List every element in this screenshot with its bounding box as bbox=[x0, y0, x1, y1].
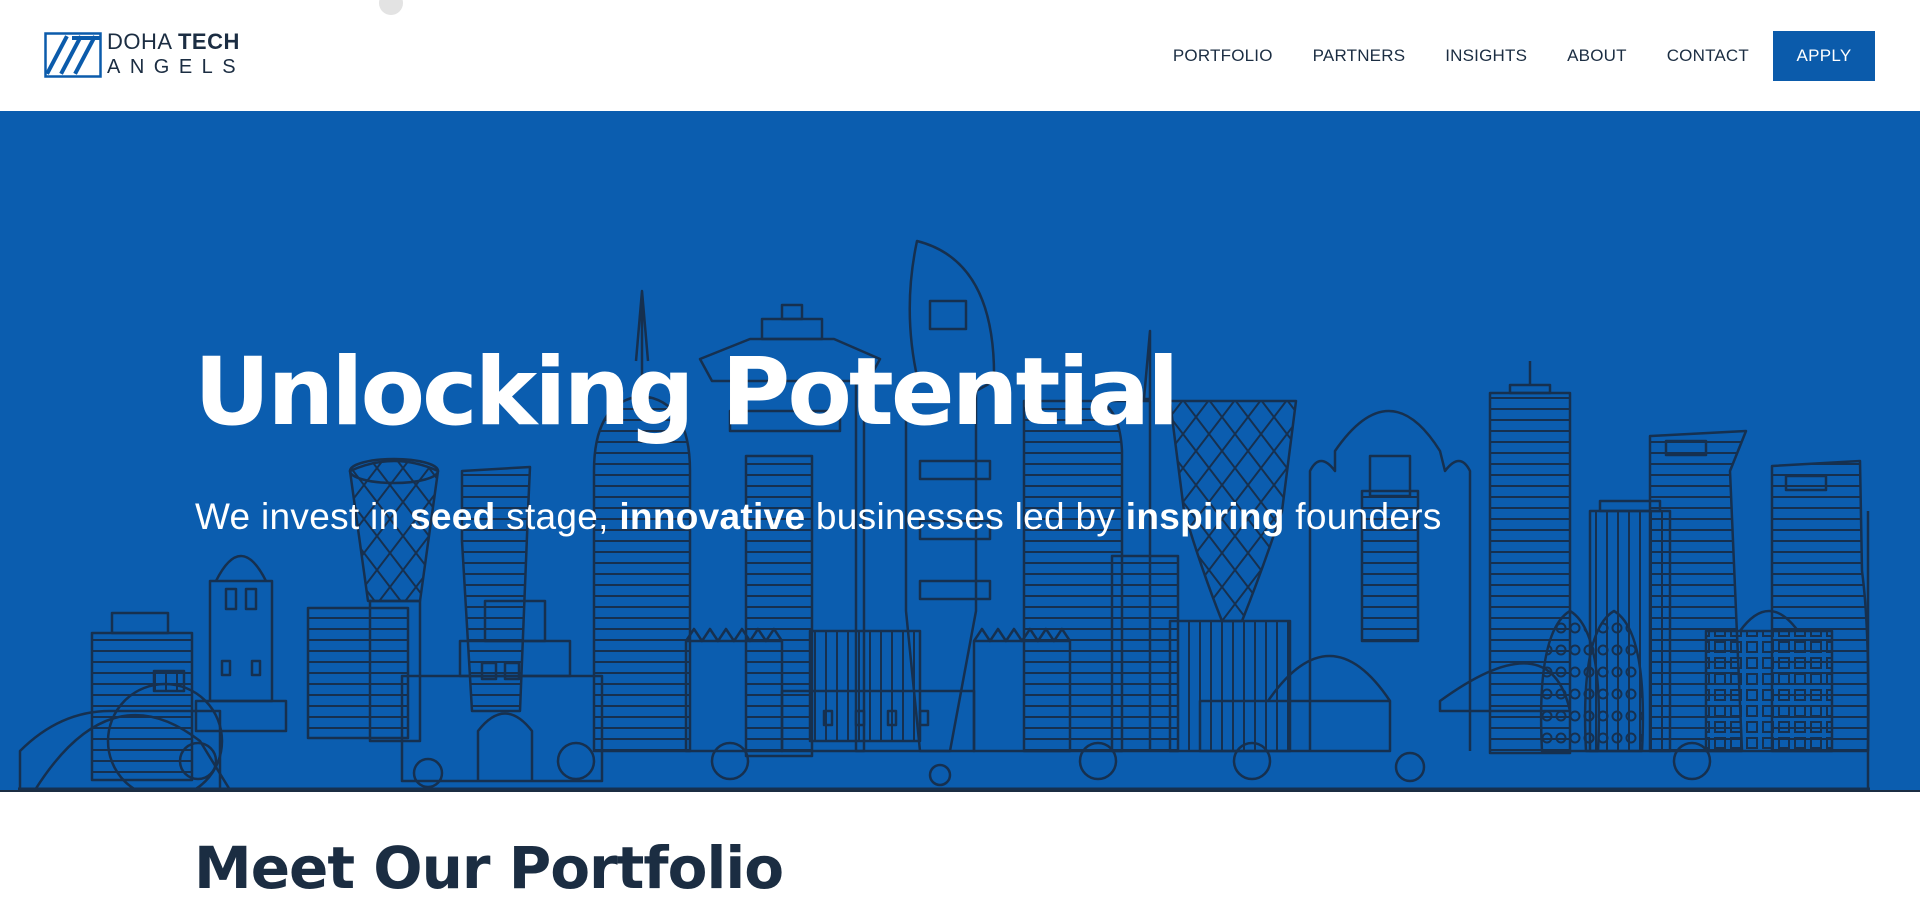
subtitle-part-4: founders bbox=[1284, 496, 1442, 537]
logo-angels: ANGELS bbox=[107, 56, 246, 78]
scroll-indicator-dot bbox=[379, 0, 403, 15]
apply-button[interactable]: APPLY bbox=[1773, 31, 1875, 81]
hero-title: Unlocking Potential bbox=[194, 338, 1179, 447]
nav-item-partners[interactable]: PARTNERS bbox=[1313, 46, 1406, 66]
subtitle-bold-seed: seed bbox=[410, 496, 496, 537]
logo-wordmark: DOHA TECH ANGELS bbox=[107, 30, 287, 79]
hero-banner: Unlocking Potential We invest in seed st… bbox=[0, 111, 1920, 790]
logo-mark-icon bbox=[44, 32, 102, 78]
subtitle-part-1: We invest in bbox=[195, 496, 411, 537]
portfolio-section-title: Meet Our Portfolio bbox=[194, 834, 784, 902]
site-header: DOHA TECH ANGELS PORTFOLIO PARTNERS INSI… bbox=[0, 0, 1920, 111]
hero-subtitle: We invest in seed stage, innovative busi… bbox=[195, 495, 1442, 539]
subtitle-bold-inspiring: inspiring bbox=[1125, 496, 1285, 537]
logo-line-1: DOHA TECH bbox=[107, 30, 287, 54]
subtitle-part-3: businesses led by bbox=[805, 496, 1126, 537]
hero-bottom-border bbox=[0, 790, 1920, 792]
nav-item-contact[interactable]: CONTACT bbox=[1667, 46, 1749, 66]
nav-item-about[interactable]: ABOUT bbox=[1567, 46, 1627, 66]
nav-item-portfolio[interactable]: PORTFOLIO bbox=[1173, 46, 1273, 66]
subtitle-bold-innovative: innovative bbox=[619, 496, 806, 537]
nav-item-insights[interactable]: INSIGHTS bbox=[1445, 46, 1527, 66]
logo-doha: DOHA bbox=[107, 29, 172, 54]
main-nav: PORTFOLIO PARTNERS INSIGHTS ABOUT CONTAC… bbox=[1173, 31, 1875, 81]
subtitle-part-2: stage, bbox=[495, 496, 620, 537]
logo-tech: TECH bbox=[177, 29, 240, 54]
